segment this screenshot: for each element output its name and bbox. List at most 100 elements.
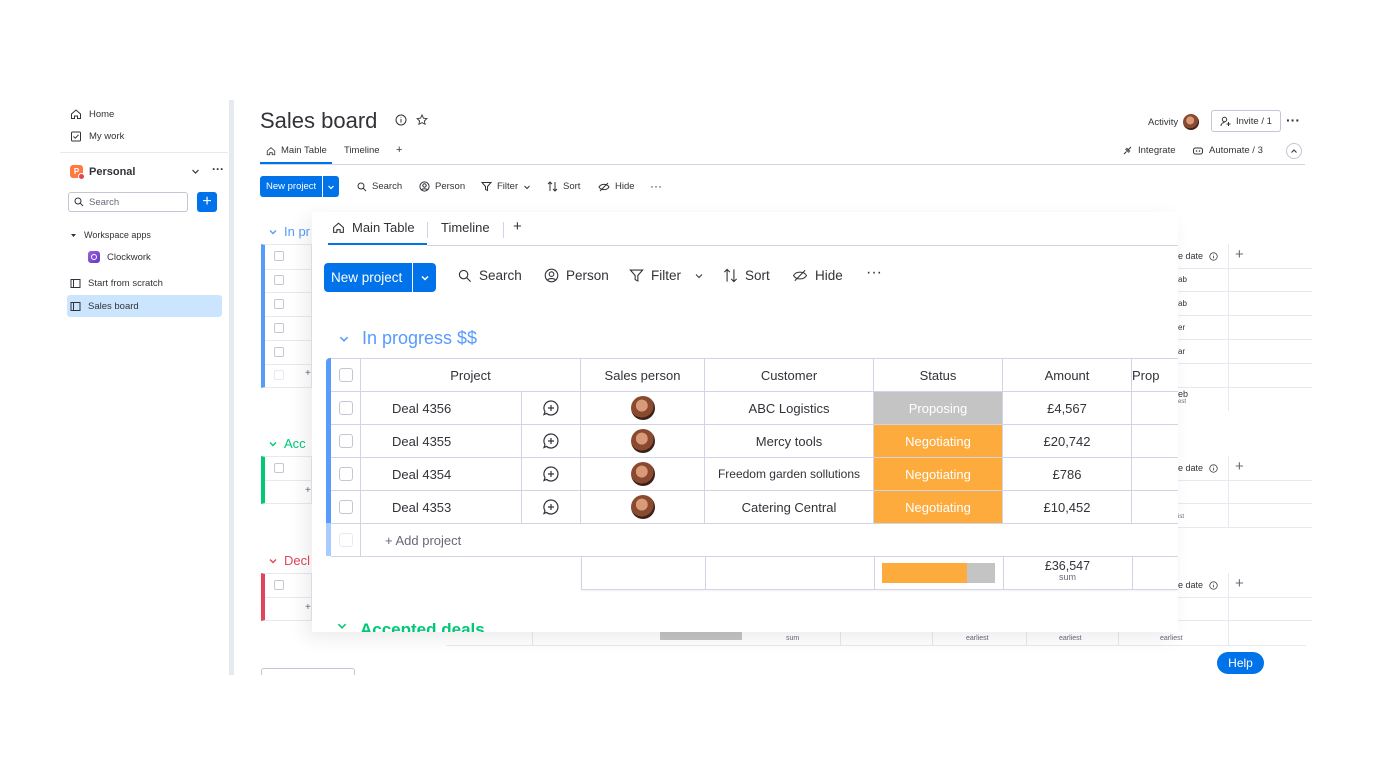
group-header-in-progress[interactable]: In progress $$ — [338, 328, 477, 349]
cell-status[interactable]: Proposing — [874, 392, 1003, 425]
chevron-down-icon[interactable] — [412, 263, 436, 292]
filter-button[interactable]: Filter — [629, 268, 704, 283]
row-checkbox[interactable] — [338, 434, 353, 448]
sidebar-item-start-from-scratch[interactable]: Start from scratch — [70, 275, 163, 291]
column-header-prop[interactable]: Prop — [1132, 359, 1178, 392]
cell-sales-person[interactable] — [581, 491, 705, 524]
add-column-button[interactable]: + — [1235, 575, 1244, 592]
add-project-row[interactable]: + Add project — [361, 524, 1178, 557]
workspace-selector[interactable]: P Personal ··· — [70, 162, 224, 180]
cell-prop[interactable] — [1132, 392, 1178, 425]
updates-cell[interactable] — [521, 392, 581, 425]
cell-sales-person[interactable] — [581, 425, 705, 458]
row-checkbox[interactable] — [274, 251, 284, 261]
info-icon[interactable] — [395, 114, 407, 126]
row-checkbox[interactable] — [274, 463, 284, 473]
cell-amount[interactable]: £10,452 — [1003, 491, 1132, 524]
integrate-button[interactable]: Integrate — [1122, 145, 1176, 156]
bg-person-button[interactable]: Person — [419, 181, 465, 192]
sidebar-item-sales-board[interactable]: Sales board — [70, 298, 139, 314]
automate-button[interactable]: Automate / 3 — [1192, 145, 1263, 156]
cell-sales-person[interactable] — [581, 392, 705, 425]
cell-project[interactable]: Deal 4355 — [361, 425, 521, 458]
cell-prop[interactable] — [1132, 491, 1178, 524]
star-icon[interactable] — [416, 114, 428, 126]
invite-button[interactable]: Invite / 1 — [1211, 110, 1281, 132]
column-header-date[interactable]: e date — [1178, 251, 1218, 261]
cell-status[interactable]: Negotiating — [874, 425, 1003, 458]
bg-group-declined[interactable]: Decl — [268, 553, 310, 568]
updates-cell[interactable] — [521, 425, 581, 458]
help-button[interactable]: Help — [1217, 652, 1264, 674]
bg-group-in-progress[interactable]: In pr — [268, 224, 310, 239]
select-all-checkbox[interactable] — [338, 368, 353, 382]
sidebar-search-input[interactable]: Search — [68, 192, 188, 212]
column-header-status[interactable]: Status — [874, 359, 1003, 392]
bg-new-project-button[interactable]: New project — [260, 176, 340, 197]
column-header-project[interactable]: Project — [361, 359, 581, 392]
more-icon[interactable]: ··· — [650, 179, 662, 193]
search-button[interactable]: Search — [458, 268, 522, 283]
row-checkbox[interactable] — [338, 467, 353, 481]
cell-prop[interactable] — [1132, 458, 1178, 491]
updates-cell[interactable] — [521, 458, 581, 491]
updates-cell[interactable] — [521, 491, 581, 524]
cell-amount[interactable]: £20,742 — [1003, 425, 1132, 458]
add-row-plus[interactable]: + — [305, 368, 311, 379]
cell-amount[interactable]: £786 — [1003, 458, 1132, 491]
row-checkbox[interactable] — [274, 347, 284, 357]
person-button[interactable]: Person — [544, 268, 609, 283]
cell-customer[interactable]: Catering Central — [705, 491, 874, 524]
cell-project[interactable]: Deal 4356 — [361, 392, 521, 425]
cell-status[interactable]: Negotiating — [874, 491, 1003, 524]
column-header-date[interactable]: e date — [1178, 463, 1218, 473]
sidebar-item-my-work[interactable]: My work — [70, 128, 124, 144]
new-project-button[interactable]: New project — [324, 263, 436, 292]
add-row-plus[interactable]: + — [305, 485, 311, 496]
cell-project[interactable]: Deal 4353 — [361, 491, 521, 524]
collapse-header-button[interactable] — [1286, 143, 1302, 159]
bg-tab-add[interactable]: + — [396, 144, 402, 156]
chevron-down-icon[interactable] — [322, 176, 339, 197]
cell-customer[interactable]: ABC Logistics — [705, 392, 874, 425]
tab-add[interactable]: + — [513, 218, 522, 235]
bg-tab-timeline[interactable]: Timeline — [344, 145, 380, 156]
cell-project[interactable]: Deal 4354 — [361, 458, 521, 491]
more-icon[interactable]: ··· — [212, 162, 224, 176]
column-header-customer[interactable]: Customer — [705, 359, 874, 392]
sort-button[interactable]: Sort — [723, 268, 770, 283]
row-checkbox[interactable] — [274, 323, 284, 333]
row-checkbox[interactable] — [338, 500, 353, 514]
more-icon[interactable]: ··· — [866, 264, 882, 282]
bg-group-accepted[interactable]: Acc — [268, 436, 306, 451]
cell-amount[interactable]: £4,567 — [1003, 392, 1132, 425]
activity-button[interactable]: Activity — [1148, 114, 1200, 130]
bg-filter-button[interactable]: Filter — [481, 181, 531, 192]
add-row-plus[interactable]: + — [305, 602, 311, 613]
row-checkbox[interactable] — [274, 299, 284, 309]
row-checkbox[interactable] — [274, 275, 284, 285]
bg-hide-button[interactable]: Hide — [598, 181, 635, 192]
group-header-accepted-deals[interactable]: Accepted deals — [336, 620, 485, 632]
cell-customer[interactable]: Freedom garden sollutions — [705, 458, 874, 491]
row-checkbox[interactable] — [274, 580, 284, 590]
sidebar-item-clockwork[interactable]: Clockwork — [88, 249, 151, 265]
sidebar-item-home[interactable]: Home — [70, 106, 114, 122]
bg-sort-button[interactable]: Sort — [547, 181, 580, 192]
bg-tab-main-table[interactable]: Main Table — [266, 145, 327, 156]
add-column-button[interactable]: + — [1235, 246, 1244, 263]
tab-main-table[interactable]: Main Table — [332, 220, 415, 235]
bg-search-button[interactable]: Search — [357, 181, 402, 192]
cell-status[interactable]: Negotiating — [874, 458, 1003, 491]
tab-timeline[interactable]: Timeline — [441, 220, 490, 235]
add-item-button[interactable]: + — [197, 192, 217, 212]
cell-prop[interactable] — [1132, 425, 1178, 458]
column-header-amount[interactable]: Amount — [1003, 359, 1132, 392]
column-header-date[interactable]: e date — [1178, 580, 1218, 590]
cell-customer[interactable]: Mercy tools — [705, 425, 874, 458]
column-header-sales-person[interactable]: Sales person — [581, 359, 705, 392]
hide-button[interactable]: Hide — [792, 268, 843, 283]
bg-add-group-button[interactable] — [261, 668, 355, 675]
status-summary-bar[interactable] — [882, 563, 995, 583]
more-icon[interactable]: ··· — [1286, 112, 1300, 128]
